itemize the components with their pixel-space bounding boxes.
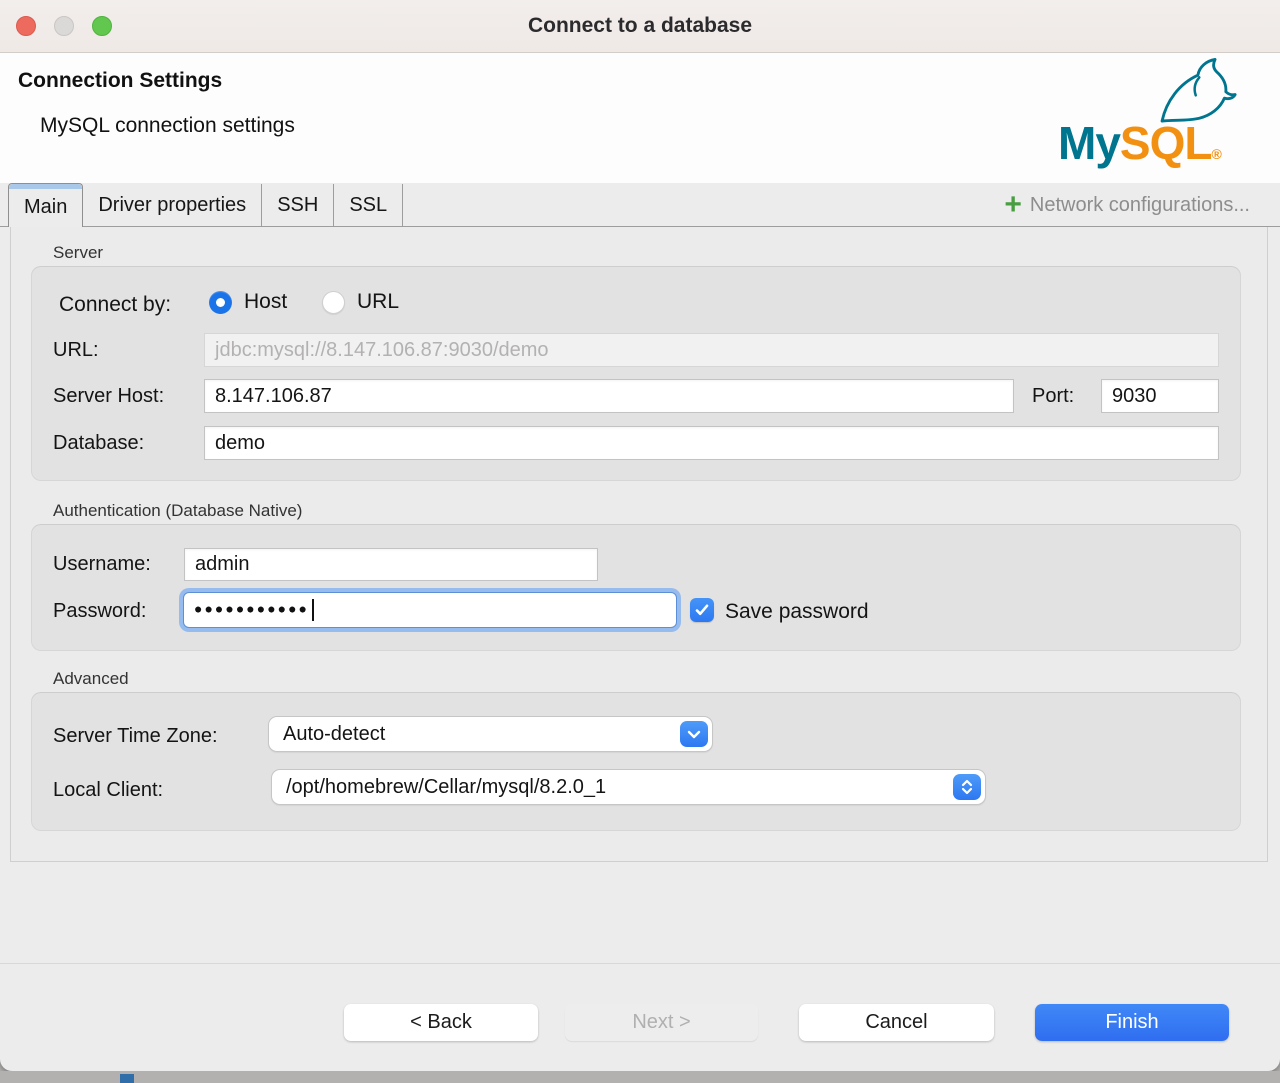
dialog-header: Connection Settings MySQL connection set…	[0, 53, 1280, 183]
server-time-zone-value: Auto-detect	[283, 723, 385, 746]
url-radio-label: URL	[357, 290, 399, 314]
host-radio[interactable]	[209, 291, 232, 314]
main-tab-panel: Server Connect by: Host URL URL: jdbc:my…	[10, 227, 1268, 862]
page-title: Connection Settings	[18, 69, 222, 93]
auth-section-label: Authentication (Database Native)	[53, 501, 302, 521]
username-input[interactable]: admin	[184, 548, 598, 581]
password-input[interactable]: ●●●●●●●●●●●	[183, 592, 677, 628]
tab-driver-properties[interactable]: Driver properties	[83, 184, 262, 227]
back-button[interactable]: < Back	[344, 1004, 538, 1041]
url-radio[interactable]	[322, 291, 345, 314]
connect-by-host-option[interactable]: Host	[209, 290, 287, 314]
finish-button[interactable]: Finish	[1035, 1004, 1229, 1041]
tab-strip: Main Driver properties SSH SSL + Network…	[0, 183, 1280, 227]
server-host-label: Server Host:	[53, 385, 164, 408]
advanced-section-label: Advanced	[53, 669, 129, 689]
chevron-up-down-icon[interactable]	[953, 774, 981, 800]
url-label: URL:	[53, 339, 99, 362]
connect-dialog-window: Connect to a database Connection Setting…	[0, 0, 1280, 1071]
page-subtitle: MySQL connection settings	[40, 114, 295, 138]
local-client-label: Local Client:	[53, 779, 163, 802]
window-title: Connect to a database	[0, 0, 1280, 52]
network-configurations-link[interactable]: + Network configurations...	[1004, 183, 1250, 227]
connect-by-url-option[interactable]: URL	[322, 290, 399, 314]
auth-groupbox	[31, 524, 1241, 651]
dock-app-indicator	[120, 1074, 134, 1083]
save-password-label: Save password	[725, 600, 869, 624]
tab-main[interactable]: Main	[8, 183, 83, 227]
plus-icon: +	[1004, 190, 1022, 220]
network-configurations-label: Network configurations...	[1030, 194, 1250, 217]
port-label: Port:	[1032, 385, 1074, 408]
connect-by-label: Connect by:	[59, 293, 171, 317]
url-input: jdbc:mysql://8.147.106.87:9030/demo	[204, 333, 1219, 367]
mysql-logo: MySQL®	[1052, 56, 1252, 168]
save-password-checkbox[interactable]	[690, 598, 714, 622]
username-label: Username:	[53, 553, 151, 576]
local-client-combo[interactable]: /opt/homebrew/Cellar/mysql/8.2.0_1	[271, 769, 986, 805]
next-button: Next >	[565, 1004, 758, 1041]
chevron-down-icon[interactable]	[680, 721, 708, 747]
password-label: Password:	[53, 600, 146, 623]
server-host-input[interactable]: 8.147.106.87	[204, 379, 1014, 413]
server-time-zone-combo[interactable]: Auto-detect	[268, 716, 713, 752]
host-radio-label: Host	[244, 290, 287, 314]
desktop-background-strip	[0, 1071, 1280, 1083]
tab-ssl[interactable]: SSL	[334, 184, 403, 227]
local-client-value: /opt/homebrew/Cellar/mysql/8.2.0_1	[286, 776, 606, 799]
tab-ssh[interactable]: SSH	[262, 184, 334, 227]
checkmark-icon	[695, 604, 709, 616]
advanced-groupbox	[31, 692, 1241, 831]
title-bar: Connect to a database	[0, 0, 1280, 53]
password-masked-value: ●●●●●●●●●●●	[194, 599, 314, 621]
server-time-zone-label: Server Time Zone:	[53, 725, 218, 748]
database-input[interactable]: demo	[204, 426, 1219, 460]
mysql-wordmark: MySQL®	[1058, 120, 1221, 166]
button-bar-separator	[0, 963, 1280, 964]
port-input[interactable]: 9030	[1101, 379, 1219, 413]
database-label: Database:	[53, 432, 144, 455]
cancel-button[interactable]: Cancel	[799, 1004, 994, 1041]
server-section-label: Server	[53, 243, 103, 263]
